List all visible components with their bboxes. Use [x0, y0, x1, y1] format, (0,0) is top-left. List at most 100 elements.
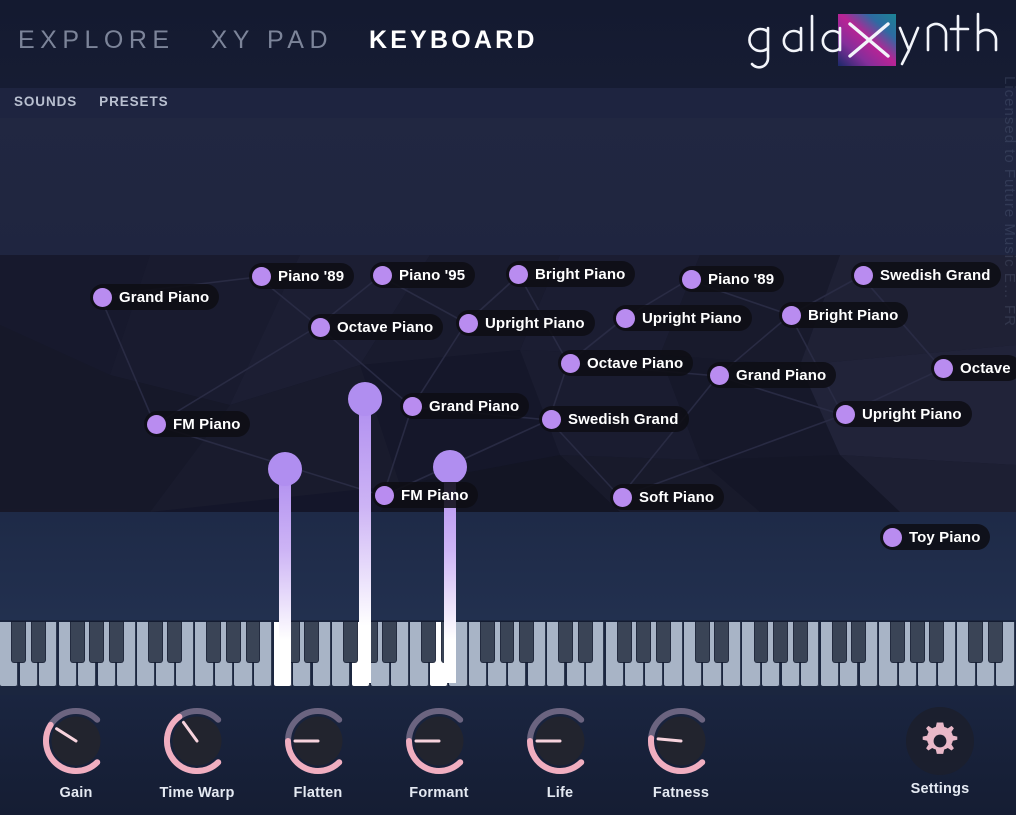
knob-dial[interactable]	[522, 703, 598, 779]
node-dot-icon	[147, 414, 166, 434]
black-key[interactable]	[207, 622, 221, 662]
black-key[interactable]	[559, 622, 573, 662]
node-label: Upright Piano	[485, 314, 585, 332]
black-key[interactable]	[989, 622, 1002, 662]
subtab-sounds[interactable]: SOUNDS	[14, 94, 77, 109]
knob-dial[interactable]	[280, 703, 356, 779]
galaxynth-window: EXPLORE XY PAD KEYBOARD SOUNDS PRESETS G…	[0, 0, 1016, 815]
sound-node[interactable]: Piano '95	[370, 262, 476, 288]
black-key[interactable]	[793, 622, 807, 662]
knob-life[interactable]: Life	[500, 703, 620, 808]
node-label: FM Piano	[173, 415, 241, 433]
tab-xy-pad[interactable]: XY PAD	[211, 26, 333, 55]
sound-node[interactable]: Upright Piano	[833, 401, 972, 427]
knob-time-warp[interactable]: Time Warp	[137, 703, 257, 808]
knob-dial[interactable]	[159, 703, 235, 779]
black-key[interactable]	[70, 622, 84, 662]
node-label: Bright Piano	[808, 306, 899, 324]
black-key[interactable]	[520, 622, 533, 662]
black-key[interactable]	[832, 622, 846, 662]
top-navigation-bar: EXPLORE XY PAD KEYBOARD	[0, 0, 1016, 88]
sound-node[interactable]: Piano '89	[679, 266, 785, 292]
sound-node[interactable]: Upright Piano	[456, 310, 595, 336]
node-label: Grand Piano	[736, 366, 827, 384]
black-key[interactable]	[637, 622, 651, 662]
main-tabs: EXPLORE XY PAD KEYBOARD	[18, 26, 538, 55]
sound-node[interactable]: Upright Piano	[613, 305, 752, 331]
sound-node[interactable]: Grand Piano	[90, 284, 220, 310]
node-dot-icon	[542, 409, 561, 429]
gear-icon	[922, 722, 958, 754]
black-key[interactable]	[891, 622, 905, 662]
sound-node[interactable]: Toy Piano	[880, 524, 991, 550]
black-key[interactable]	[695, 622, 709, 662]
black-key[interactable]	[481, 622, 494, 662]
node-dot-icon	[93, 287, 112, 307]
black-key[interactable]	[852, 622, 866, 662]
settings-button[interactable]	[906, 707, 974, 775]
black-key[interactable]	[715, 622, 729, 662]
sound-node[interactable]: Swedish Grand	[539, 406, 689, 432]
black-key[interactable]	[305, 622, 319, 662]
black-key[interactable]	[246, 622, 260, 662]
subtab-presets[interactable]: PRESETS	[99, 94, 168, 109]
sound-node[interactable]: FM Piano	[144, 411, 251, 437]
sound-node[interactable]: Grand Piano	[707, 362, 837, 388]
black-key[interactable]	[969, 622, 983, 662]
node-label: Piano '89	[708, 270, 775, 288]
black-key[interactable]	[12, 622, 25, 662]
black-key[interactable]	[578, 622, 592, 662]
knob-label: Time Warp	[159, 785, 235, 801]
black-key[interactable]	[500, 622, 514, 662]
black-key[interactable]	[754, 622, 768, 662]
sound-node[interactable]: FM Piano	[372, 482, 479, 508]
node-label: Upright Piano	[642, 309, 742, 327]
black-key[interactable]	[148, 622, 162, 662]
sound-node[interactable]: Bright Piano	[506, 261, 636, 287]
black-key[interactable]	[930, 622, 944, 662]
sound-node[interactable]: Octave Piano	[308, 314, 444, 340]
sound-node[interactable]: Grand Piano	[400, 393, 530, 419]
black-key[interactable]	[227, 622, 240, 662]
black-key[interactable]	[422, 622, 436, 662]
knob-dial[interactable]	[643, 703, 719, 779]
black-key[interactable]	[168, 622, 182, 662]
node-label: Upright Piano	[862, 405, 962, 423]
black-key[interactable]	[31, 622, 45, 662]
node-label: Octave Piano	[337, 318, 434, 336]
node-label: Grand Piano	[119, 288, 210, 306]
controls-panel: Gain Time Warp Flatten Formant Life Fatness S…	[0, 695, 1016, 815]
sound-node[interactable]: Bright Piano	[779, 302, 909, 328]
sound-node[interactable]: Octave	[931, 355, 1016, 381]
black-key[interactable]	[656, 622, 670, 662]
black-key[interactable]	[363, 622, 377, 662]
black-key[interactable]	[774, 622, 787, 662]
black-key[interactable]	[285, 622, 299, 662]
black-key[interactable]	[90, 622, 104, 662]
node-dot-icon	[252, 266, 271, 286]
node-dot-icon	[710, 365, 729, 385]
knob-gain[interactable]: Gain	[16, 703, 136, 808]
piano-keyboard[interactable]	[0, 620, 1016, 695]
knob-dial[interactable]	[401, 703, 477, 779]
tab-explore[interactable]: EXPLORE	[18, 26, 175, 55]
black-key[interactable]	[910, 622, 924, 662]
sound-node[interactable]: Octave Piano	[558, 350, 694, 376]
black-key[interactable]	[344, 622, 358, 662]
tab-keyboard[interactable]: KEYBOARD	[369, 26, 538, 55]
knob-label: Flatten	[293, 785, 343, 801]
sound-node[interactable]: Swedish Grand	[851, 262, 1001, 288]
knob-dial[interactable]	[38, 703, 114, 779]
galaxynth-logo	[718, 8, 1008, 74]
black-key[interactable]	[617, 622, 631, 662]
black-key[interactable]	[441, 622, 455, 662]
knob-flatten[interactable]: Flatten	[258, 703, 378, 808]
sound-node[interactable]: Piano '89	[249, 263, 355, 289]
knob-fatness[interactable]: Fatness	[621, 703, 741, 808]
knob-formant[interactable]: Formant	[379, 703, 499, 808]
sound-node[interactable]: Soft Piano	[610, 484, 725, 510]
black-key[interactable]	[383, 622, 397, 662]
black-key[interactable]	[109, 622, 123, 662]
node-dot-icon	[375, 485, 394, 505]
settings-control[interactable]: Settings	[880, 703, 1000, 808]
